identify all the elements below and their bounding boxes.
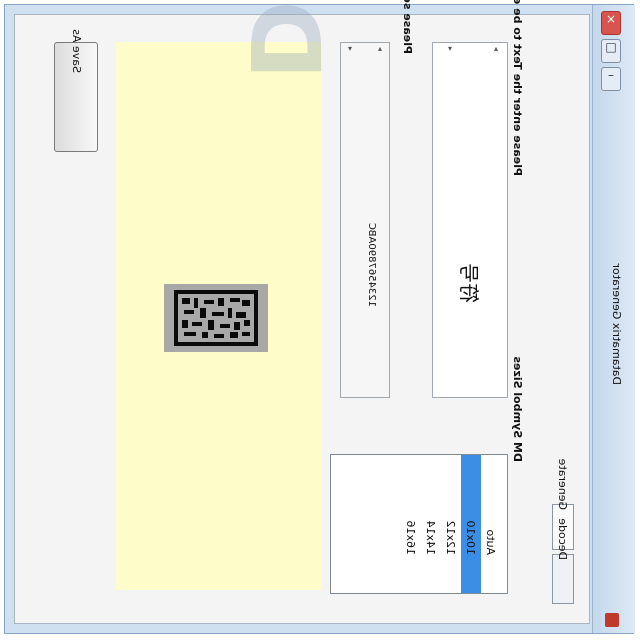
size-listbox[interactable]: Auto 10x10 12x12 14x14 16x16	[330, 454, 508, 594]
barcode-graphic	[164, 284, 268, 352]
format-up-icon[interactable]: ▴	[374, 44, 386, 54]
encode-label: Please enter the Text to be encoded	[511, 0, 524, 176]
scroll-down-icon[interactable]: ▾	[444, 44, 456, 54]
format-value: 1234567890ABC	[366, 222, 377, 307]
format-label: Please select the Format	[401, 0, 414, 54]
list-item[interactable]: 16x16	[401, 455, 421, 593]
format-input[interactable]: 1234567890ABC	[340, 42, 390, 398]
minimize-icon[interactable]: –	[601, 67, 621, 91]
size-label: DM Symbol Sizes	[511, 356, 524, 462]
title-bar: × □ – Datamatrix Generator	[592, 5, 635, 633]
tab-decode[interactable]: Decode	[552, 518, 574, 604]
encode-value: 符号	[457, 263, 481, 303]
scroll-up-icon[interactable]: ▴	[490, 44, 502, 54]
format-down-icon[interactable]: ▾	[344, 44, 356, 54]
close-icon[interactable]: ×	[601, 11, 621, 35]
window-title: Datamatrix Generator	[610, 263, 623, 385]
app-icon	[605, 613, 619, 627]
list-item[interactable]: 14x14	[421, 455, 441, 593]
encode-input[interactable]: 符号	[432, 42, 508, 398]
maximize-icon[interactable]: □	[601, 39, 621, 63]
list-item[interactable]: Auto	[481, 455, 501, 593]
list-item[interactable]: 12x12	[441, 455, 461, 593]
save-as-button[interactable]: Save As	[54, 29, 98, 152]
watermark: Datamatrix	[228, 0, 340, 80]
datamatrix-barcode	[164, 284, 268, 352]
app-window: { "window": { "title": "Datamatrix Gener…	[0, 0, 640, 640]
list-item-selected[interactable]: 10x10	[461, 455, 481, 593]
